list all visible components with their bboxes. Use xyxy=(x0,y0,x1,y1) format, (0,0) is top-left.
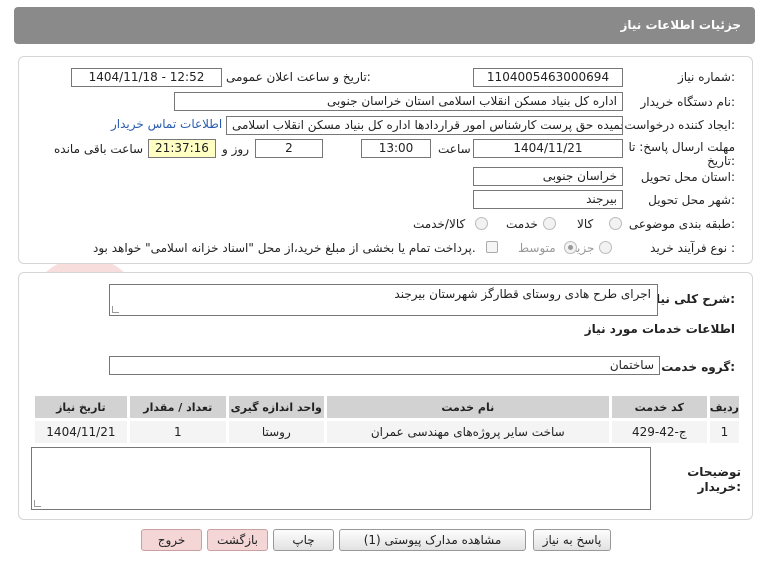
province-label: استان محل تحویل: xyxy=(640,170,735,184)
service-group-label: گروه خدمت: xyxy=(661,360,735,374)
cell-name: ساخت سایر پروژه‌های مهندسی عمران xyxy=(326,421,609,443)
category-radio-goods[interactable] xyxy=(609,217,622,230)
service-group-field[interactable]: ساختمان xyxy=(109,356,660,375)
back-button[interactable]: بازگشت xyxy=(207,529,268,551)
services-section-title: اطلاعات خدمات مورد نیاز xyxy=(584,322,735,336)
remaining-time-field: 21:37:16 xyxy=(148,139,216,158)
table-row: 1 ج-42-429 ساخت سایر پروژه‌های مهندسی عم… xyxy=(35,421,739,443)
cell-quantity: 1 xyxy=(129,421,226,443)
cell-date: 1404/11/21 xyxy=(35,421,127,443)
col-row: ردیف xyxy=(709,396,739,418)
city-field[interactable]: بیرجند xyxy=(473,190,623,209)
days-label: روز و xyxy=(222,142,249,156)
requester-label: ایجاد کننده درخواست: xyxy=(624,118,735,132)
buyer-org-label: نام دستگاه خریدار: xyxy=(640,95,736,109)
category-radio-service[interactable] xyxy=(543,217,556,230)
province-field[interactable]: خراسان جنوبی xyxy=(473,167,623,186)
process-radio-medium[interactable] xyxy=(564,241,577,254)
category-option-goods-service: کالا/خدمت xyxy=(413,217,466,231)
exit-button[interactable]: خروج xyxy=(141,529,202,551)
attachments-button[interactable]: مشاهده مدارک پیوستی (1) xyxy=(339,529,526,551)
city-label: شهر محل تحویل: xyxy=(648,193,735,207)
col-code: کد خدمت xyxy=(611,396,707,418)
payment-note: پرداخت تمام یا بخشی از مبلغ خرید،از محل … xyxy=(93,241,476,255)
buyer-notes-textarea[interactable] xyxy=(31,447,651,510)
services-table-header: ردیف کد خدمت نام خدمت واحد اندازه گیری ت… xyxy=(35,396,739,418)
print-button[interactable]: چاپ xyxy=(273,529,334,551)
reply-button[interactable]: پاسخ به نیاز xyxy=(533,529,611,551)
category-option-service: خدمت xyxy=(506,217,538,231)
buyer-org-field[interactable]: اداره کل بنیاد مسکن انقلاب اسلامی استان … xyxy=(174,92,623,111)
services-table: ردیف کد خدمت نام خدمت واحد اندازه گیری ت… xyxy=(32,393,742,446)
deadline-label: مهلت ارسال پاسخ: تا تاریخ: xyxy=(628,140,735,168)
cell-unit: روستا xyxy=(228,421,324,443)
summary-label: شرح کلی نیاز: xyxy=(649,292,735,306)
days-field[interactable]: 2 xyxy=(255,139,323,158)
col-quantity: تعداد / مقدار xyxy=(129,396,226,418)
process-option-medium: متوسط xyxy=(518,241,556,255)
col-name: نام خدمت xyxy=(326,396,609,418)
process-radio-minor[interactable] xyxy=(599,241,612,254)
deadline-time-label: ساعت xyxy=(438,142,471,156)
payment-checkbox[interactable] xyxy=(486,241,498,253)
need-number-label: شماره نیاز: xyxy=(677,70,735,84)
requester-field[interactable]: حمیده حق پرست کارشناس امور قراردادها ادا… xyxy=(226,116,623,135)
summary-textarea[interactable]: اجرای طرح هادی روستای قطارگز شهرستان بیر… xyxy=(109,284,658,316)
category-radio-goods-service[interactable] xyxy=(475,217,488,230)
buyer-notes-label-line1: توضیحات xyxy=(687,465,741,479)
resize-handle-icon[interactable] xyxy=(34,500,41,507)
page-title: جزئیات اطلاعات نیاز xyxy=(620,18,741,32)
summary-text: اجرای طرح هادی روستای قطارگز شهرستان بیر… xyxy=(394,287,651,301)
buyer-notes-label-line2: خریدار: xyxy=(697,480,741,494)
process-label: نوع فرآیند خرید : xyxy=(650,241,735,255)
deadline-time-field[interactable]: 13:00 xyxy=(361,139,431,158)
col-date: تاریخ نیاز xyxy=(35,396,127,418)
col-unit: واحد اندازه گیری xyxy=(228,396,324,418)
category-option-goods: کالا xyxy=(577,217,594,231)
deadline-date-field[interactable]: 1404/11/21 xyxy=(473,139,623,158)
cell-code: ج-42-429 xyxy=(611,421,707,443)
announce-field[interactable]: 1404/11/18 - 12:52 xyxy=(71,68,222,87)
cell-row: 1 xyxy=(709,421,739,443)
remaining-label: ساعت باقی مانده xyxy=(54,142,144,156)
announce-label: تاریخ و ساعت اعلان عمومی: xyxy=(226,70,371,84)
need-number-field[interactable]: 1104005463000694 xyxy=(473,68,623,87)
resize-handle-icon[interactable] xyxy=(112,306,119,313)
category-label: طبقه بندی موضوعی: xyxy=(628,217,735,231)
buyer-contact-link[interactable]: اطلاعات تماس خریدار xyxy=(111,117,222,131)
page-header: جزئیات اطلاعات نیاز xyxy=(14,7,755,44)
